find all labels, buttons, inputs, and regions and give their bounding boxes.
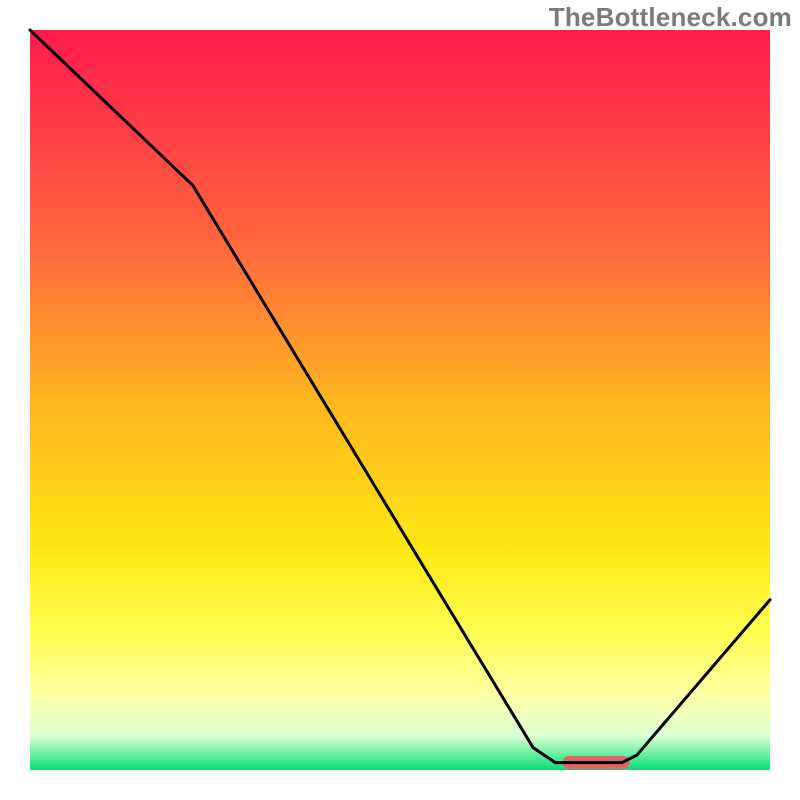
chart-svg [0, 0, 800, 800]
plot-background [30, 30, 770, 770]
bottleneck-chart: TheBottleneck.com [0, 0, 800, 800]
watermark-text: TheBottleneck.com [549, 2, 792, 33]
